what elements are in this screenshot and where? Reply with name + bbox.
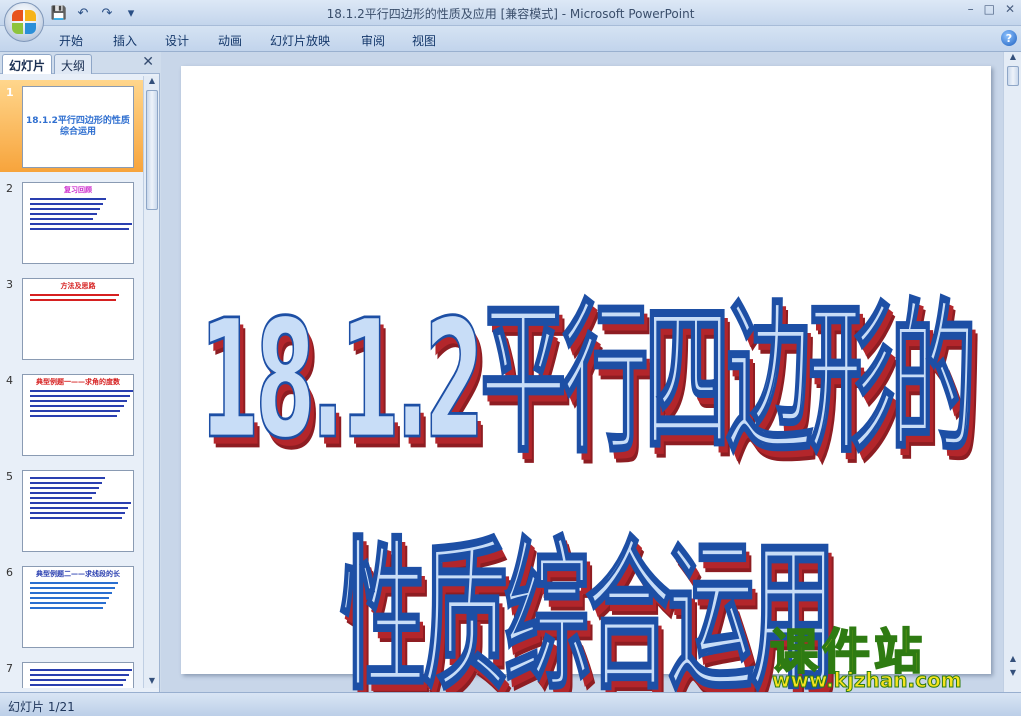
slide-thumbnail-row[interactable]: 4 典型例题一——求角的度数 [0,368,144,460]
thumbnail-text-line [30,400,127,402]
slide-thumbnail-row[interactable]: 1 18.1.2平行四边形的性质综合运用 [0,80,144,172]
help-icon[interactable]: ? [1001,30,1017,46]
close-panel-icon[interactable]: ✕ [142,54,154,70]
slide-thumbnail[interactable] [22,470,134,552]
maximize-button[interactable]: □ [984,2,995,16]
thumbnail-text-line [30,477,105,479]
office-button[interactable] [4,2,44,42]
slide-thumbnail[interactable]: 方法及思路 [22,278,134,360]
thumbnail-text-line [30,502,131,504]
scroll-thumb[interactable] [1007,66,1019,86]
thumbnail-text-line [30,482,102,484]
ribbon-tabs: 开始 插入 设计 动画 幻灯片放映 审阅 视图 ? [0,26,1021,52]
slide-thumbnail[interactable]: 复习回顾 [22,182,134,264]
title-bar: 💾 ↶ ↷ ▾ 18.1.2平行四边形的性质及应用 [兼容模式] - Micro… [0,0,1021,26]
thumbnail-text-line [30,228,129,230]
tab-review[interactable]: 审阅 [361,32,385,49]
thumbnail-text-line [30,507,128,509]
office-logo-icon [12,10,36,34]
slide-thumbnail-row[interactable]: 2 复习回顾 [0,176,144,268]
slide-thumbnail-row[interactable]: 6 典型例题二——求线段的长 [0,560,144,652]
thumbnail-text-line [30,497,93,499]
thumbnail-title: 18.1.2平行四边形的性质综合运用 [26,116,130,137]
window-title: 18.1.2平行四边形的性质及应用 [兼容模式] - Microsoft Pow… [326,7,695,21]
thumbnail-text-line [30,198,106,200]
slide-thumbnail-row[interactable]: 7 [0,656,144,688]
scroll-down-icon[interactable]: ▼ [144,676,160,688]
thumbnail-text-line [30,487,99,489]
slides-panel: 幻灯片 大纲 ✕ 1 18.1.2平行四边形的性质综合运用 2 复习回顾 3 方法及思路 4… [0,52,160,692]
slide-thumbnail[interactable]: 18.1.2平行四边形的性质综合运用 [22,86,134,168]
slide-indicator: 幻灯片 1/21 [8,700,75,714]
thumbnail-text-line [30,218,94,220]
tab-home[interactable]: 开始 [59,32,83,49]
thumbnail-text-line [30,607,103,609]
thumbnail-text-line [30,674,129,676]
tab-view[interactable]: 视图 [412,32,436,49]
panel-scrollbar[interactable]: ▲ ▼ [143,76,159,688]
panel-tabs: 幻灯片 大纲 ✕ [0,52,160,74]
thumbnail-text-line [30,405,124,407]
slide-thumbnail[interactable] [22,662,134,688]
minimize-button[interactable]: – [968,2,974,16]
thumbnail-text-line [30,684,123,686]
slide-number: 7 [6,662,13,675]
slide-thumbnails: 1 18.1.2平行四边形的性质综合运用 2 复习回顾 3 方法及思路 4 典型例题一——求角… [0,76,144,688]
thumbnail-text-line [30,415,118,417]
thumbnail-title: 复习回顾 [64,186,92,194]
status-bar: 幻灯片 1/21 [0,692,1021,716]
slide-number: 1 [6,86,14,99]
thumbnail-text-line [30,390,133,392]
thumbnail-text-line [30,203,103,205]
tab-design[interactable]: 设计 [165,32,189,49]
editor-scrollbar[interactable]: ▲ ▲ ▼ [1003,52,1021,692]
scroll-thumb[interactable] [146,90,158,210]
tab-animation[interactable]: 动画 [218,32,242,49]
slide-number: 6 [6,566,13,579]
thumbnail-text-line [30,669,132,671]
slide-thumbnail-row[interactable]: 5 [0,464,144,556]
thumbnail-text-line [30,223,132,225]
thumbnail-text-line [30,213,97,215]
scroll-up-icon[interactable]: ▲ [144,76,160,88]
prev-slide-icon[interactable]: ▲ [1004,654,1021,666]
slide-number: 3 [6,278,13,291]
slide-title[interactable]: 18.1.2平行四边形的性质综合运用 [181,246,991,716]
tab-slideshow[interactable]: 幻灯片放映 [270,32,330,49]
tab-outline[interactable]: 大纲 [54,54,93,74]
thumbnail-text-line [30,492,96,494]
thumbnail-text-line [30,294,120,296]
scroll-up-icon[interactable]: ▲ [1004,52,1021,64]
thumbnail-text-line [30,512,125,514]
thumbnail-text-line [30,208,100,210]
thumbnail-text-line [30,299,117,301]
thumbnail-title: 典型例题二——求线段的长 [36,570,120,578]
thumbnail-text-line [30,582,119,584]
slide-editor: 18.1.2平行四边形的性质综合运用 ▲ ▲ ▼ [161,52,1021,715]
tab-insert[interactable]: 插入 [113,32,137,49]
thumbnail-title: 方法及思路 [60,282,96,290]
close-button[interactable]: ✕ [1005,2,1015,16]
thumbnail-text-line [30,592,113,594]
next-slide-icon[interactable]: ▼ [1004,668,1021,680]
slide-number: 4 [6,374,13,387]
current-slide[interactable]: 18.1.2平行四边形的性质综合运用 [181,66,991,715]
thumbnail-text-line [30,410,121,412]
thumbnail-text-line [30,597,110,599]
thumbnail-text-line [30,679,126,681]
slide-number: 5 [6,470,13,483]
window-controls: – □ ✕ [968,2,1015,16]
thumbnail-text-line [30,602,106,604]
slide-number: 2 [6,182,13,195]
thumbnail-text-line [30,517,122,519]
slide-thumbnail-row[interactable]: 3 方法及思路 [0,272,144,364]
thumbnail-title: 典型例题一——求角的度数 [36,378,120,386]
thumbnail-text-line [30,587,116,589]
slide-thumbnail[interactable]: 典型例题二——求线段的长 [22,566,134,648]
tab-slides[interactable]: 幻灯片 [2,54,53,74]
slide-thumbnail[interactable]: 典型例题一——求角的度数 [22,374,134,456]
thumbnail-text-line [30,395,130,397]
